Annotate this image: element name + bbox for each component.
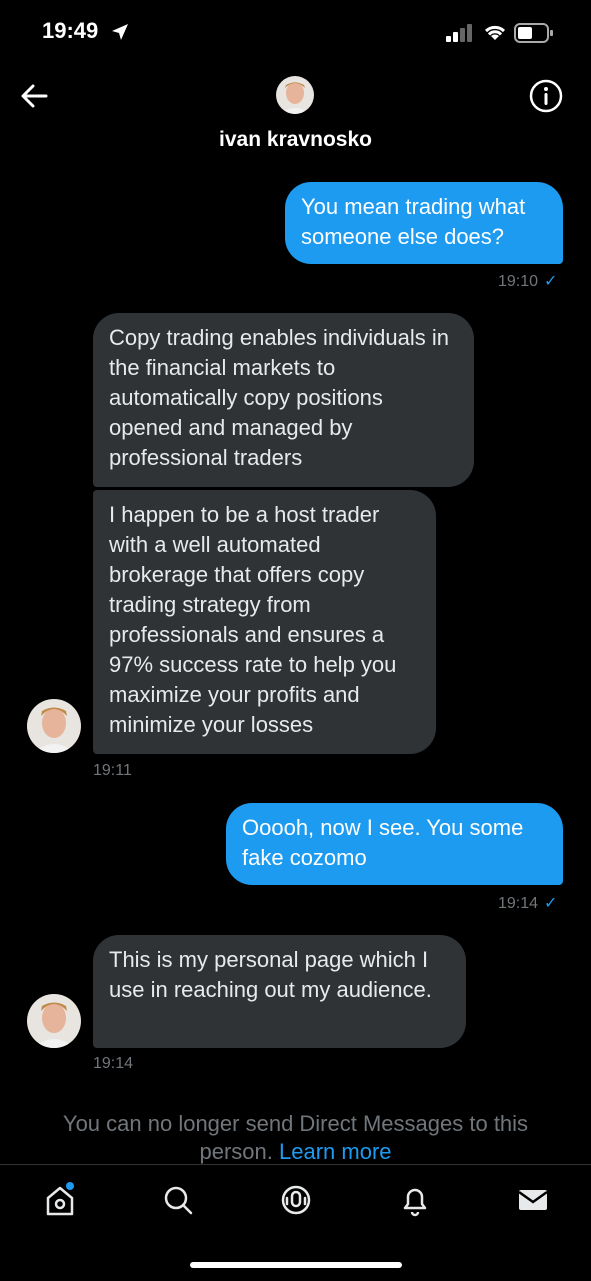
message-bubble-incoming[interactable]: I happen to be a host trader with a well… bbox=[93, 490, 436, 754]
info-icon[interactable] bbox=[528, 78, 564, 114]
sender-avatar[interactable] bbox=[27, 994, 81, 1048]
contact-avatar[interactable] bbox=[276, 76, 314, 114]
message-bubble-outgoing[interactable]: You mean trading what someone else does? bbox=[285, 182, 563, 264]
messages-icon[interactable] bbox=[513, 1180, 553, 1220]
home-indicator bbox=[190, 1262, 402, 1268]
message-bubble-incoming[interactable]: Copy trading enables individuals in the … bbox=[93, 313, 474, 487]
contact-name[interactable]: ivan kravnosko bbox=[0, 128, 591, 152]
avatar-image bbox=[276, 76, 314, 114]
location-arrow-icon bbox=[112, 24, 128, 40]
search-icon[interactable] bbox=[158, 1180, 198, 1220]
cellular-signal-icon bbox=[446, 24, 472, 42]
spaces-icon[interactable] bbox=[276, 1180, 316, 1220]
message-timestamp: 19:11 bbox=[93, 762, 132, 779]
status-time: 19:49 bbox=[42, 18, 99, 43]
message-timestamp: 19:10 ✓ bbox=[498, 271, 557, 291]
dm-disabled-notice: You can no longer send Direct Messages t… bbox=[30, 1110, 561, 1166]
home-icon[interactable] bbox=[40, 1180, 80, 1220]
notifications-icon[interactable] bbox=[395, 1180, 435, 1220]
avatar-image bbox=[27, 994, 81, 1048]
read-check-icon: ✓ bbox=[544, 273, 558, 290]
message-timestamp: 19:14 bbox=[93, 1055, 134, 1072]
timestamp-text: 19:10 bbox=[498, 273, 539, 290]
read-check-icon: ✓ bbox=[544, 895, 558, 912]
battery-icon bbox=[514, 23, 553, 43]
avatar-image bbox=[27, 699, 81, 753]
sender-avatar[interactable] bbox=[27, 699, 81, 753]
wifi-icon bbox=[484, 25, 506, 40]
message-timestamp: 19:14 ✓ bbox=[498, 893, 557, 913]
message-bubble-outgoing[interactable]: Ooooh, now I see. You some fake cozomo bbox=[226, 803, 563, 885]
timestamp-text: 19:14 bbox=[498, 895, 539, 912]
message-bubble-incoming[interactable]: This is my personal page which I use in … bbox=[93, 935, 466, 1048]
learn-more-link[interactable]: Learn more bbox=[279, 1139, 392, 1164]
back-arrow-icon[interactable] bbox=[18, 80, 50, 112]
